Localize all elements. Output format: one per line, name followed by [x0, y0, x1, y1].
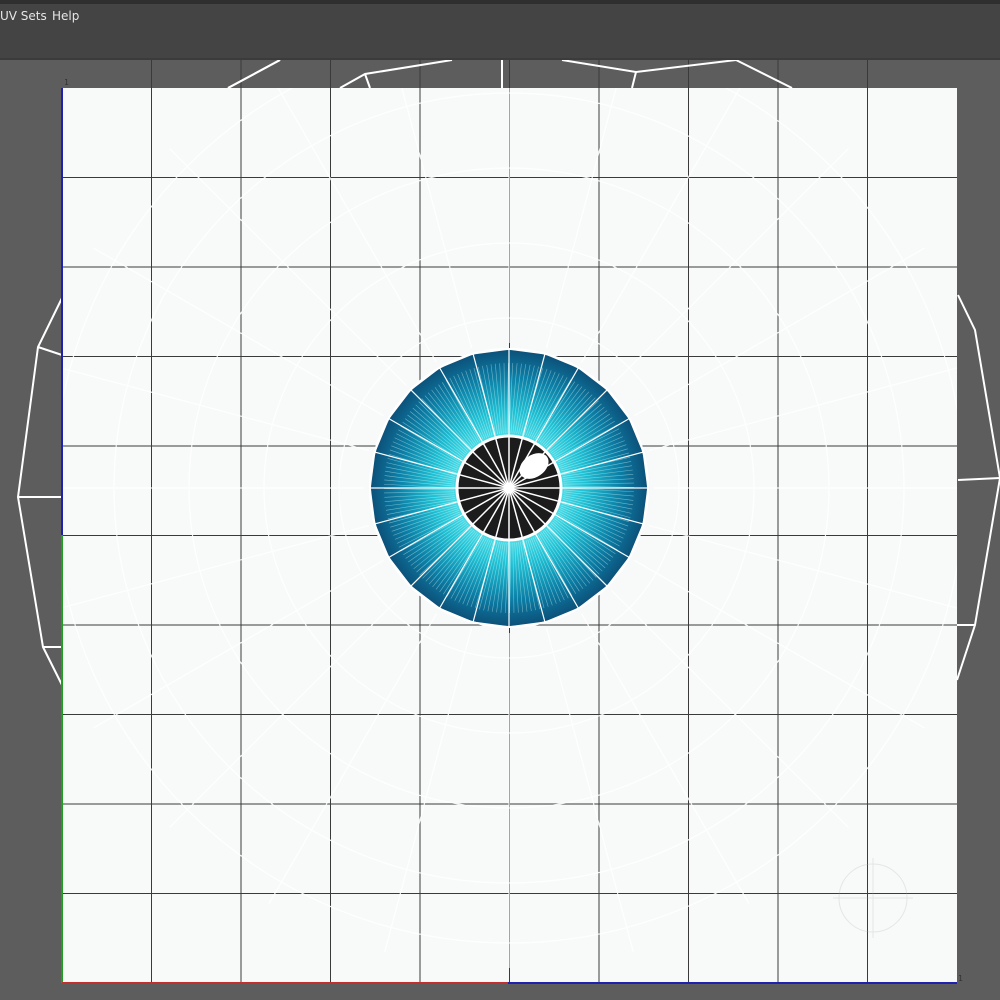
- outer-mesh-edge: [957, 294, 1000, 479]
- uv-canvas[interactable]: 1 1: [0, 60, 1000, 1000]
- menu-uv-sets[interactable]: UV Sets: [0, 9, 47, 23]
- outer-mesh-edge: [339, 60, 453, 89]
- menu-help[interactable]: Help: [52, 9, 79, 23]
- corner-label-top-left: 1: [64, 78, 69, 87]
- menu-bar: UV Sets Help: [0, 0, 1000, 28]
- outer-mesh-edge: [364, 73, 371, 89]
- corner-label-bottom-right: 1: [958, 974, 963, 983]
- outer-mesh-edge: [37, 346, 63, 356]
- outer-mesh-edge: [561, 60, 793, 89]
- outer-mesh-edge: [16, 297, 63, 686]
- uv-editor-window: UV Sets Help 1 1: [0, 0, 1000, 1000]
- outer-mesh-edge: [957, 477, 1000, 481]
- outer-mesh-edge: [227, 60, 281, 89]
- toolbar: [0, 28, 1000, 58]
- pupil-spokes: [457, 436, 561, 540]
- outer-mesh-edge: [956, 477, 1000, 681]
- uv-viewport[interactable]: 1 1: [0, 60, 1000, 1000]
- outer-mesh-edge: [631, 71, 637, 89]
- eye-uv-shell[interactable]: [369, 348, 649, 628]
